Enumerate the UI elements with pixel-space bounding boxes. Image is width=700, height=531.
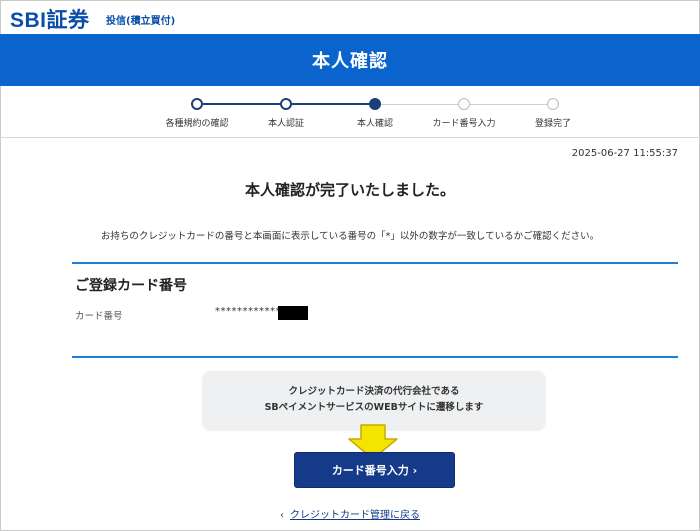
back-link-label[interactable]: クレジットカード管理に戻る [290, 510, 420, 521]
page-title-band: 本人確認 [0, 34, 700, 86]
redaction-box [278, 306, 308, 320]
step-dot-terms [191, 98, 203, 110]
step-dot-identity [369, 98, 381, 110]
card-section-title: ご登録カード番号 [75, 278, 187, 294]
page-title: 本人確認 [312, 51, 388, 72]
notice-line-1: クレジットカード決済の代行会社である [288, 386, 460, 397]
registered-card-section: ご登録カード番号 カード番号 ************ [72, 262, 678, 358]
timestamp: 2025-06-27 11:55:37 [571, 148, 678, 159]
instruction-text: お持ちのクレジットカードの番号と本画面に表示している番号の「*」以外の数字が一致… [100, 231, 600, 242]
step-dot-complete [547, 98, 559, 110]
site-header: SBI証券 投信(積立買付) [0, 0, 700, 34]
progress-stepper: 各種規約の確認 本人認証 本人確認 カード番号入力 登録完了 [0, 86, 700, 138]
card-number-label: カード番号 [75, 311, 123, 322]
notice-line-2: SBペイメントサービスのWEBサイトに遷移します [264, 402, 484, 413]
back-to-card-management-link[interactable]: ‹ クレジットカード管理に戻る [0, 506, 700, 521]
service-subtitle: 投信(積立買付) [106, 16, 176, 27]
card-number-input-button[interactable]: カード番号入力 › [294, 452, 455, 488]
sbi-logo[interactable]: SBI証券 [10, 4, 90, 34]
step-dot-card-input [458, 98, 470, 110]
step-label-complete: 登録完了 [534, 119, 571, 129]
step-dot-authentication [280, 98, 292, 110]
card-number-masked: ************ [215, 306, 281, 317]
completion-heading: 本人確認が完了いたしました。 [244, 181, 455, 199]
redirect-notice: クレジットカード決済の代行会社である SBペイメントサービスのWEBサイトに遷移… [203, 371, 545, 429]
chevron-left-icon: ‹ [280, 510, 284, 521]
